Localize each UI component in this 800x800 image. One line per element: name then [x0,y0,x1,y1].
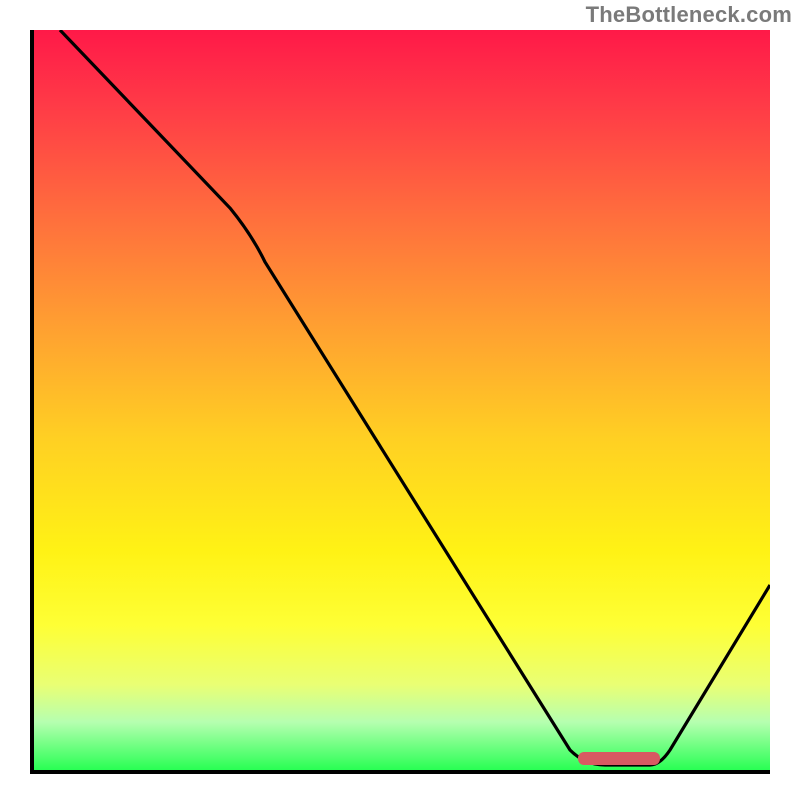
bottleneck-curve [30,30,770,774]
curve-path [60,30,770,765]
watermark-text: TheBottleneck.com [586,2,792,28]
chart-plot-area [30,30,770,774]
optimum-range-marker [578,752,660,765]
